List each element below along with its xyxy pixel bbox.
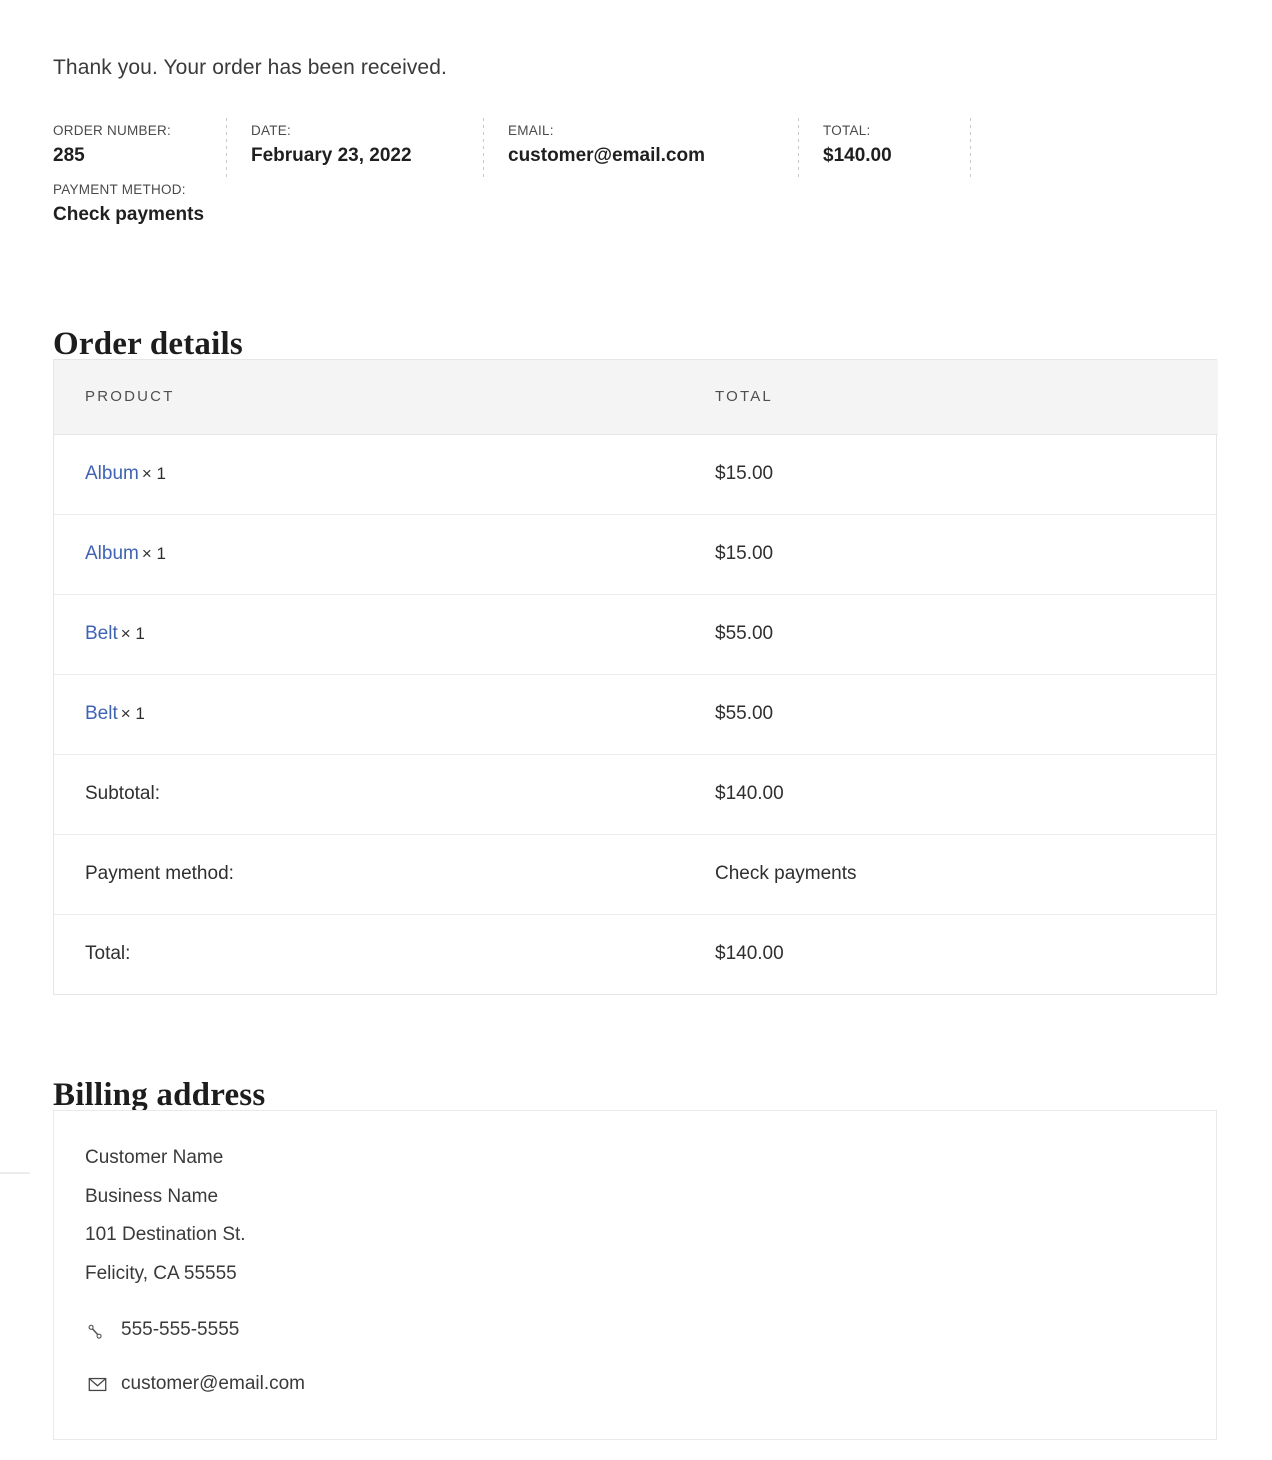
line-item-total: $55.00	[684, 674, 1218, 754]
meta-divider	[226, 118, 227, 180]
table-row: Album× 1 $15.00	[54, 514, 1218, 594]
table-row: Belt× 1 $55.00	[54, 674, 1218, 754]
billing-phone-number[interactable]: 555-555-5555	[121, 1317, 239, 1343]
billing-email-address[interactable]: customer@email.com	[121, 1371, 305, 1397]
table-row-total: Total: $140.00	[54, 914, 1218, 994]
meta-divider	[483, 118, 484, 180]
total-value: $140.00	[684, 914, 1218, 994]
table-row: Belt× 1 $55.00	[54, 594, 1218, 674]
subtotal-label: Subtotal:	[54, 754, 684, 834]
line-item-product-cell: Album× 1	[54, 434, 684, 514]
order-date-label: DATE:	[251, 122, 508, 140]
billing-address-box: Customer Name Business Name 101 Destinat…	[53, 1110, 1217, 1440]
product-link[interactable]: Album	[85, 543, 139, 564]
order-meta-payment-method: PAYMENT METHOD: Check payments	[53, 181, 953, 228]
order-meta-date: DATE: February 23, 2022	[251, 122, 508, 169]
line-item-product-cell: Belt× 1	[54, 594, 684, 674]
product-link[interactable]: Belt	[85, 703, 118, 724]
order-meta-total: TOTAL: $140.00	[823, 122, 953, 169]
phone-icon	[85, 1318, 109, 1342]
order-meta-order-number: ORDER NUMBER: 285	[53, 122, 251, 169]
order-email-label: EMAIL:	[508, 122, 823, 140]
address-line-company: Business Name	[85, 1178, 1216, 1217]
table-row-payment-method: Payment method: Check payments	[54, 834, 1218, 914]
line-item-product-cell: Belt× 1	[54, 674, 684, 754]
payment-method-row-value: Check payments	[684, 834, 1218, 914]
billing-address: Customer Name Business Name 101 Destinat…	[85, 1139, 1216, 1397]
product-quantity: × 1	[142, 464, 166, 483]
address-line-city-state-zip: Felicity, CA 55555	[85, 1255, 1216, 1294]
table-row-subtotal: Subtotal: $140.00	[54, 754, 1218, 834]
order-total-value: $140.00	[823, 143, 953, 169]
page-edge-artifact	[0, 1172, 30, 1174]
line-item-total: $15.00	[684, 514, 1218, 594]
order-date-value: February 23, 2022	[251, 143, 508, 169]
column-header-total: TOTAL	[684, 360, 1218, 434]
meta-divider	[970, 118, 971, 180]
total-label: Total:	[54, 914, 684, 994]
product-link[interactable]: Belt	[85, 623, 118, 644]
payment-method-label: PAYMENT METHOD:	[53, 181, 953, 199]
product-quantity: × 1	[121, 624, 145, 643]
payment-method-row-label: Payment method:	[54, 834, 684, 914]
billing-phone-row: 555-555-5555	[85, 1317, 1216, 1343]
product-quantity: × 1	[142, 544, 166, 563]
table-row: Album× 1 $15.00	[54, 434, 1218, 514]
order-number-value: 285	[53, 143, 251, 169]
address-line-street: 101 Destination St.	[85, 1216, 1216, 1255]
meta-divider	[798, 118, 799, 180]
envelope-icon	[85, 1372, 109, 1396]
column-header-product: PRODUCT	[54, 360, 684, 434]
line-item-total: $15.00	[684, 434, 1218, 514]
table-header-row: PRODUCT TOTAL	[54, 360, 1218, 434]
order-received-page: Thank you. Your order has been received.…	[0, 0, 1272, 1460]
order-number-label: ORDER NUMBER:	[53, 122, 251, 140]
line-item-product-cell: Album× 1	[54, 514, 684, 594]
product-link[interactable]: Album	[85, 463, 139, 484]
billing-email-row: customer@email.com	[85, 1371, 1216, 1397]
order-details-table: PRODUCT TOTAL Album× 1 $15.00 Album× 1 $…	[53, 359, 1217, 995]
address-line-name: Customer Name	[85, 1139, 1216, 1178]
order-meta-email: EMAIL: customer@email.com	[508, 122, 823, 169]
line-item-total: $55.00	[684, 594, 1218, 674]
order-total-label: TOTAL:	[823, 122, 953, 140]
product-quantity: × 1	[121, 704, 145, 723]
payment-method-value: Check payments	[53, 202, 953, 228]
order-email-value: customer@email.com	[508, 143, 823, 169]
subtotal-value: $140.00	[684, 754, 1218, 834]
order-confirmation-message: Thank you. Your order has been received.	[53, 53, 447, 83]
order-meta-list: ORDER NUMBER: 285 DATE: February 23, 202…	[53, 122, 953, 228]
